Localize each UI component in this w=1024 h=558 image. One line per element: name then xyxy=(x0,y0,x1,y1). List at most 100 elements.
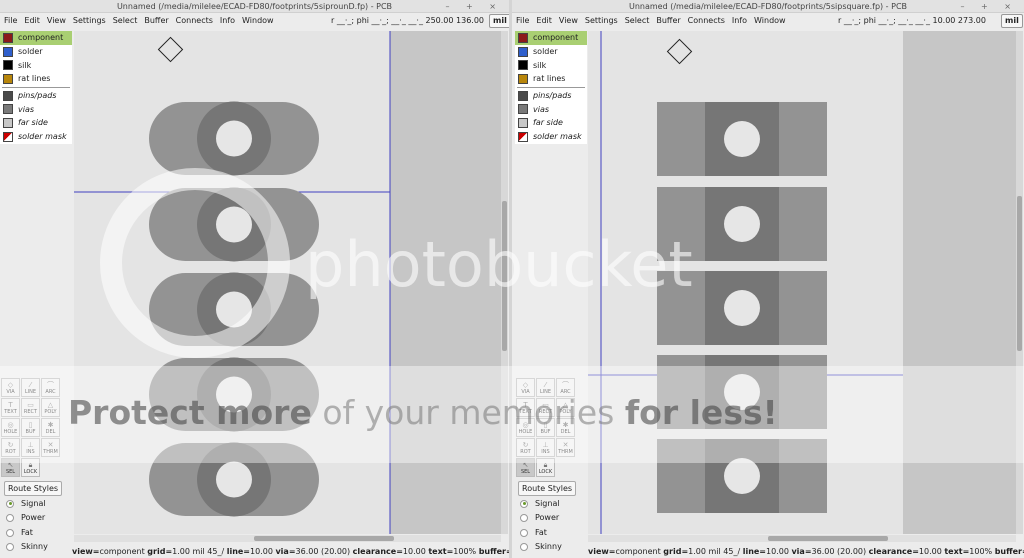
radio-icon xyxy=(6,528,14,537)
menu-info[interactable]: Info xyxy=(217,13,238,29)
pad-1 xyxy=(657,102,827,176)
lock-tool[interactable]: 🔒︎ LOCK xyxy=(21,458,40,477)
layer-far-side[interactable]: far side xyxy=(0,116,72,130)
poly-tool[interactable]: △ POLY xyxy=(556,398,575,417)
origin-marker xyxy=(157,36,184,63)
arc-tool[interactable]: ⌒ ARC xyxy=(556,378,575,397)
route-styles-button[interactable]: Route Styles xyxy=(4,481,63,496)
vertical-scrollbar[interactable] xyxy=(1016,31,1023,534)
menu-view[interactable]: View xyxy=(556,13,581,29)
menu-window[interactable]: Window xyxy=(751,13,789,29)
tool-palette: ◇ VIA ⁄ LINE ⌒ ARC T TEXT ▭ RECT △ POLY ◎ HOLE ▯ BUF ✱… xyxy=(516,378,582,478)
pcb-window-right: Unnamed (/media/milelee/ECAD-FD80/footpr… xyxy=(512,0,1024,558)
pcb-canvas[interactable] xyxy=(74,31,501,534)
layer-solder[interactable]: solder xyxy=(0,45,72,59)
rect-tool[interactable]: ▭ RECT xyxy=(536,398,555,417)
swatch-icon xyxy=(518,90,528,101)
insert-tool[interactable]: ⊥ INS xyxy=(21,438,40,457)
select-tool[interactable]: ↖ SEL xyxy=(1,458,20,477)
buffer-tool[interactable]: ▯ BUF xyxy=(21,418,40,437)
menu-settings[interactable]: Settings xyxy=(70,13,109,29)
pad-3 xyxy=(657,271,827,345)
menu-edit[interactable]: Edit xyxy=(21,13,43,29)
menu-select[interactable]: Select xyxy=(622,13,653,29)
layer-vias[interactable]: vias xyxy=(515,102,587,116)
delete-tool[interactable]: ✱ DEL xyxy=(41,418,60,437)
buffer-tool[interactable]: ▯ BUF xyxy=(536,418,555,437)
text-tool[interactable]: T TEXT xyxy=(516,398,535,417)
layer-pins-pads[interactable]: pins/pads xyxy=(0,89,72,103)
radio-icon xyxy=(6,499,14,508)
menu-settings[interactable]: Settings xyxy=(582,13,621,29)
select-tool[interactable]: ↖ SEL xyxy=(516,458,535,477)
menu-file[interactable]: File xyxy=(513,13,532,29)
route-styles-button[interactable]: Route Styles xyxy=(518,481,577,496)
poly-tool[interactable]: △ POLY xyxy=(41,398,60,417)
menu-buffer[interactable]: Buffer xyxy=(141,13,171,29)
menu-file[interactable]: File xyxy=(1,13,20,29)
route-style-fat[interactable]: Fat xyxy=(520,528,547,537)
rotate-tool[interactable]: ↻ ROT xyxy=(516,438,535,457)
window-controls[interactable]: – + × xyxy=(446,0,504,13)
layer-silk[interactable]: silk xyxy=(0,58,72,72)
layer-component[interactable]: component xyxy=(515,31,587,45)
menu-info[interactable]: Info xyxy=(729,13,750,29)
route-style-skinny[interactable]: Skinny xyxy=(6,542,48,551)
route-style-power[interactable]: Power xyxy=(6,513,45,522)
window-controls[interactable]: – + × xyxy=(961,0,1019,13)
insert-tool[interactable]: ⊥ INS xyxy=(536,438,555,457)
layer-solder[interactable]: solder xyxy=(515,45,587,59)
horizontal-scrollbar[interactable] xyxy=(74,535,501,542)
via-tool[interactable]: ◇ VIA xyxy=(1,378,20,397)
menu-connects[interactable]: Connects xyxy=(173,13,216,29)
line-tool[interactable]: ⁄ LINE xyxy=(21,378,40,397)
line-tool[interactable]: ⁄ LINE xyxy=(536,378,555,397)
route-style-signal[interactable]: Signal xyxy=(6,499,46,508)
menu-edit[interactable]: Edit xyxy=(533,13,555,29)
route-style-skinny[interactable]: Skinny xyxy=(520,542,562,551)
scroll-thumb[interactable] xyxy=(254,536,394,541)
scroll-thumb[interactable] xyxy=(1017,196,1022,351)
arc-tool[interactable]: ⌒ ARC xyxy=(41,378,60,397)
thermal-tool[interactable]: ✕ THRM xyxy=(41,438,60,457)
menu-buffer[interactable]: Buffer xyxy=(653,13,683,29)
unit-toggle-button[interactable]: mil xyxy=(1001,14,1023,28)
rotate-tool[interactable]: ↻ ROT xyxy=(1,438,20,457)
menu-window[interactable]: Window xyxy=(239,13,277,29)
menu-view[interactable]: View xyxy=(44,13,69,29)
swatch-icon xyxy=(3,104,13,115)
thermal-tool[interactable]: ✕ THRM xyxy=(556,438,575,457)
hole-tool[interactable]: ◎ HOLE xyxy=(516,418,535,437)
horizontal-scrollbar[interactable] xyxy=(588,535,1016,542)
lock-tool[interactable]: 🔒︎ LOCK xyxy=(536,458,555,477)
layer-solder-mask[interactable]: solder mask xyxy=(0,130,72,144)
vertical-scrollbar[interactable] xyxy=(501,31,508,534)
menu-select[interactable]: Select xyxy=(110,13,141,29)
layer-component[interactable]: component xyxy=(0,31,72,45)
layer-rat-lines[interactable]: rat lines xyxy=(515,72,587,86)
layer-vias[interactable]: vias xyxy=(0,102,72,116)
pad-4 xyxy=(149,357,319,432)
radio-icon xyxy=(520,499,528,508)
unit-toggle-button[interactable]: mil xyxy=(489,14,509,28)
layer-silk[interactable]: silk xyxy=(515,58,587,72)
window-title: Unnamed (/media/milelee/ECAD-FD80/footpr… xyxy=(0,0,509,13)
layer-solder-mask[interactable]: solder mask xyxy=(515,130,587,144)
route-style-signal[interactable]: Signal xyxy=(520,499,560,508)
menu-connects[interactable]: Connects xyxy=(685,13,728,29)
route-style-fat[interactable]: Fat xyxy=(6,528,33,537)
delete-tool[interactable]: ✱ DEL xyxy=(556,418,575,437)
pad-5 xyxy=(657,439,827,513)
scroll-thumb[interactable] xyxy=(502,201,507,351)
route-style-power[interactable]: Power xyxy=(520,513,559,522)
rect-tool[interactable]: ▭ RECT xyxy=(21,398,40,417)
layer-rat-lines[interactable]: rat lines xyxy=(0,72,72,86)
scroll-thumb[interactable] xyxy=(768,536,888,541)
via-tool[interactable]: ◇ VIA xyxy=(516,378,535,397)
layer-pins-pads[interactable]: pins/pads xyxy=(515,89,587,103)
swatch-icon xyxy=(518,46,528,57)
pcb-canvas[interactable] xyxy=(588,31,1016,534)
layer-far-side[interactable]: far side xyxy=(515,116,587,130)
text-tool[interactable]: T TEXT xyxy=(1,398,20,417)
hole-tool[interactable]: ◎ HOLE xyxy=(1,418,20,437)
